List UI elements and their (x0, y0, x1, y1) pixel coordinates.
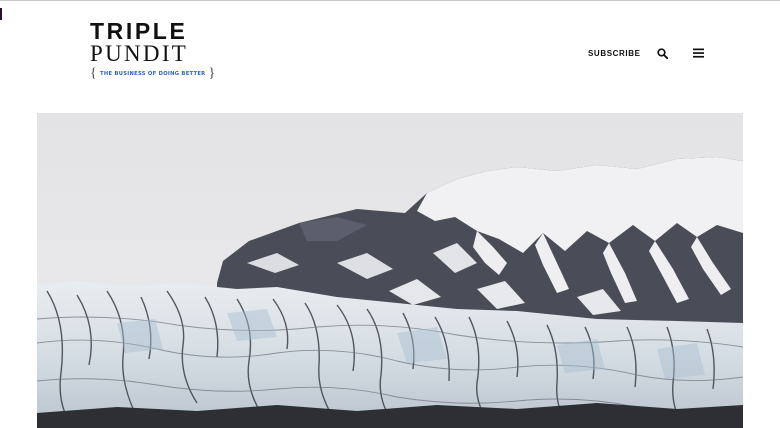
logo-tagline: { THE BUSINESS OF DOING BETTER } (90, 66, 215, 81)
tagline-close-brace: } (208, 66, 216, 81)
tagline-text: THE BUSINESS OF DOING BETTER (100, 71, 206, 77)
hero-image (37, 113, 743, 428)
logo-wordmark-pundit: PUNDIT (90, 41, 189, 66)
search-icon[interactable] (656, 46, 670, 60)
logo-wordmark-triple: TRIPLE (90, 18, 188, 44)
header-nav: SUBSCRIBE (588, 44, 706, 62)
edge-marker (0, 8, 2, 20)
tagline-open-brace: { (90, 66, 98, 81)
site-logo[interactable]: TRIPLE PUNDIT { THE BUSINESS OF DOING BE… (90, 18, 215, 81)
top-border (0, 0, 780, 1)
subscribe-link[interactable]: SUBSCRIBE (588, 49, 641, 58)
hamburger-menu-icon[interactable] (692, 46, 706, 60)
